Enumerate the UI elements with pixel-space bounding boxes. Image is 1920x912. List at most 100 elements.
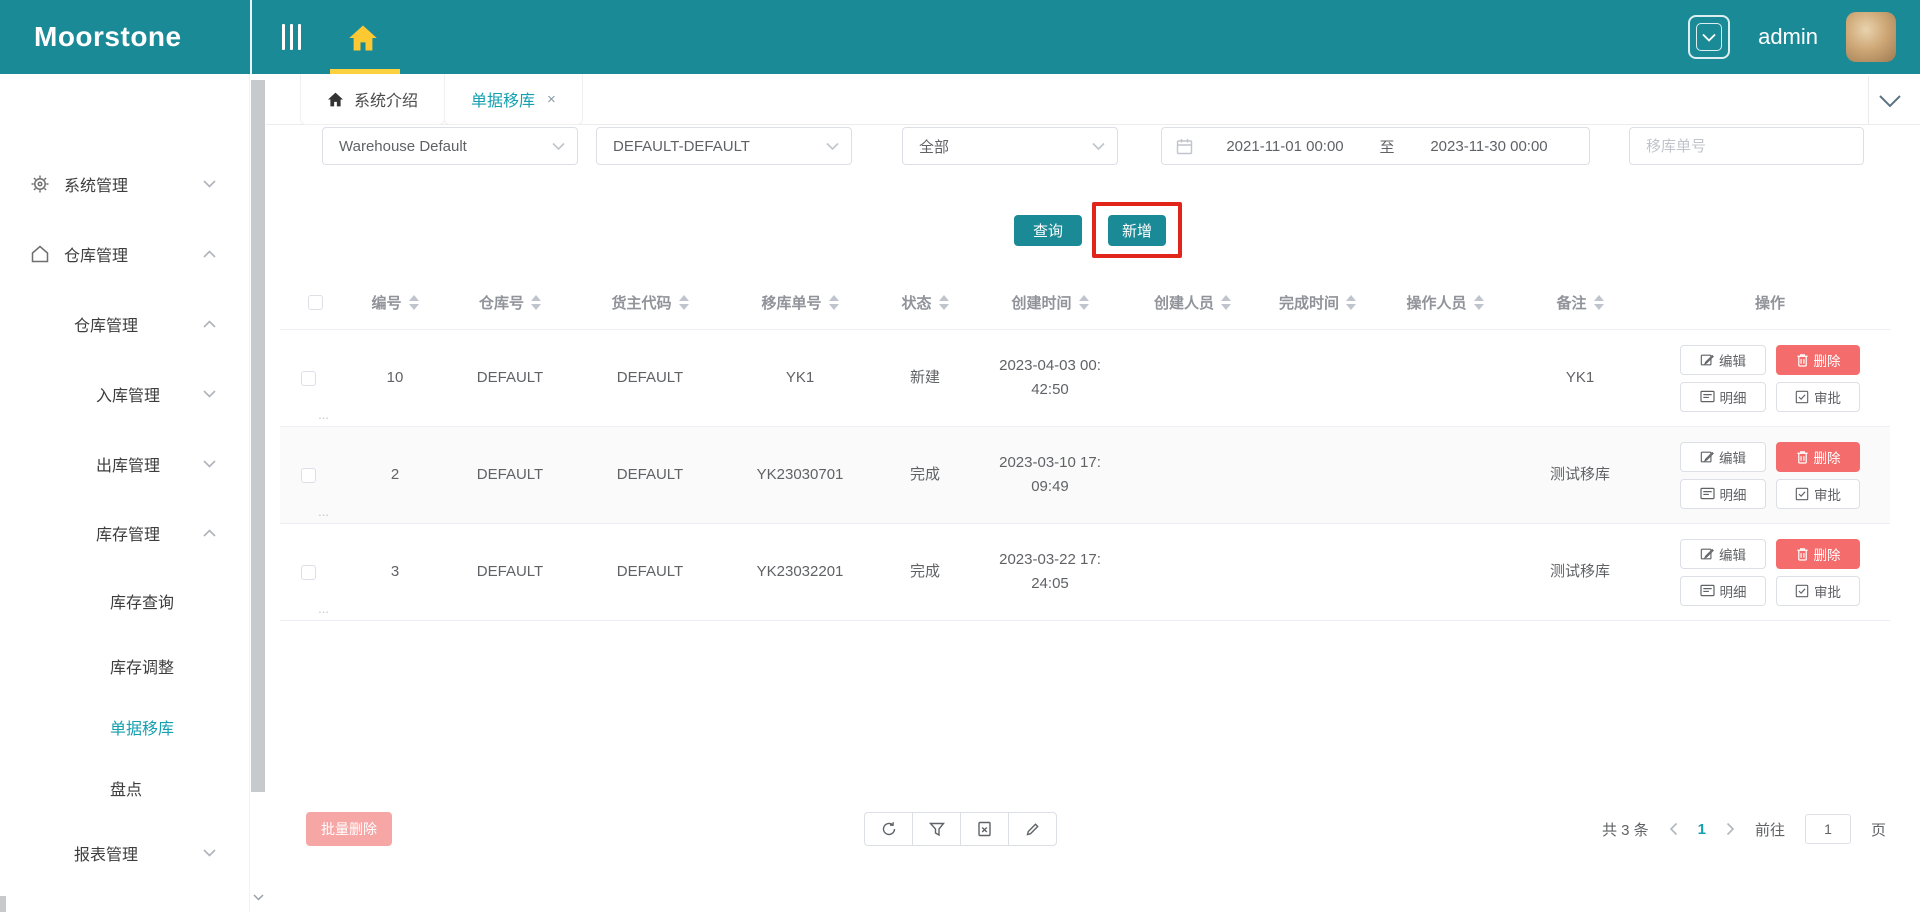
pagination: 共 3 条 1 前往 页 — [1602, 812, 1886, 846]
date-range-picker[interactable]: 2021-11-01 00:00 至 2023-11-30 00:00 — [1161, 127, 1590, 165]
chevron-down-icon — [1696, 23, 1723, 51]
next-page-button[interactable] — [1726, 822, 1735, 836]
edit-button[interactable]: 编辑 — [1680, 441, 1766, 472]
date-from-value[interactable]: 2021-11-01 00:00 — [1207, 138, 1363, 155]
order-no-input[interactable] — [1630, 137, 1863, 155]
avatar[interactable] — [1846, 12, 1896, 62]
goto-page-input[interactable] — [1804, 814, 1851, 844]
sort-icon[interactable] — [678, 295, 689, 310]
cell-created-time: 2023-04-03 00: 42:50 — [999, 357, 1101, 398]
cell-created-time: 2023-03-10 17: 09:49 — [999, 454, 1101, 495]
edit-button[interactable]: 编辑 — [1680, 344, 1766, 375]
delete-button[interactable]: 删除 — [1776, 441, 1860, 472]
batch-delete-button[interactable]: 批量删除 — [306, 812, 392, 846]
list-icon — [1699, 487, 1715, 500]
owner-select[interactable]: DEFAULT-DEFAULT — [596, 127, 852, 165]
sort-icon[interactable] — [408, 295, 419, 310]
column-header-order-no[interactable]: 移库单号 — [720, 276, 880, 329]
export-button[interactable] — [960, 812, 1009, 846]
sidebar-item-warehouse-mgmt-sub[interactable]: 仓库管理 — [0, 304, 250, 344]
checkbox-suffix: ... — [318, 407, 329, 423]
edit-icon — [1700, 354, 1714, 365]
export-file-icon — [978, 821, 991, 837]
current-page-number[interactable]: 1 — [1698, 821, 1706, 838]
tab-list-chevron-down-icon[interactable] — [1878, 94, 1902, 113]
column-header-creator[interactable]: 创建人员 — [1130, 276, 1255, 329]
column-edit-button[interactable] — [1008, 812, 1057, 846]
sort-icon[interactable] — [1593, 295, 1604, 310]
row-checkbox[interactable] — [301, 564, 317, 580]
sort-icon[interactable] — [1473, 295, 1484, 310]
column-header-id[interactable]: 编号 — [350, 276, 440, 329]
home-outline-icon — [30, 245, 50, 264]
column-header-finish-time[interactable]: 完成时间 — [1255, 276, 1380, 329]
approve-button[interactable]: 审批 — [1776, 575, 1860, 606]
sort-icon[interactable] — [1346, 295, 1356, 310]
date-to-value[interactable]: 2023-11-30 00:00 — [1411, 138, 1567, 155]
vertical-scrollbar[interactable] — [251, 80, 265, 792]
add-button[interactable]: 新增 — [1108, 215, 1166, 246]
delete-button[interactable]: 删除 — [1776, 538, 1860, 569]
cell-warehouse: DEFAULT — [476, 369, 544, 386]
cell-creator — [1130, 330, 1255, 426]
refresh-button[interactable] — [864, 812, 913, 846]
tab-doc-transfer[interactable]: 单据移库 × — [444, 74, 583, 125]
sidebar-item-import-mgmt[interactable]: 导入管理 — [0, 900, 250, 912]
close-icon[interactable]: × — [547, 91, 556, 108]
sort-icon[interactable] — [938, 295, 949, 310]
column-header-warehouse[interactable]: 仓库号 — [440, 276, 580, 329]
delete-button[interactable]: 删除 — [1776, 344, 1860, 375]
sort-icon[interactable] — [531, 295, 541, 310]
chevron-down-icon — [1092, 138, 1105, 155]
cell-status: 新建 — [909, 369, 940, 386]
column-header-owner[interactable]: 货主代码 — [580, 276, 720, 329]
sidebar-item-warehouse-mgmt[interactable]: 仓库管理 — [0, 234, 250, 274]
sidebar-item-inventory-mgmt[interactable]: 库存管理 — [0, 513, 250, 553]
table-header-row: 编号 仓库号 货主代码 移库单号 状态 创建时间 创建人员 完成时间 操作人员 … — [280, 276, 1890, 330]
sidebar-item-inventory-query[interactable]: 库存查询 — [0, 581, 250, 621]
cell-created-time: 2023-03-22 17: 24:05 — [999, 551, 1101, 592]
cell-remark: 测试移库 — [1549, 466, 1610, 483]
warehouse-select[interactable]: Warehouse Default — [322, 127, 578, 165]
list-icon — [1699, 584, 1715, 597]
home-icon[interactable] — [348, 24, 378, 52]
approve-button[interactable]: 审批 — [1776, 478, 1860, 509]
detail-button[interactable]: 明细 — [1680, 575, 1766, 606]
table-row: ... 2 DEFAULT DEFAULT YK23030701 完成 2023… — [280, 427, 1890, 524]
row-checkbox[interactable] — [301, 467, 317, 483]
column-header-operator[interactable]: 操作人员 — [1380, 276, 1510, 329]
sidebar-item-label: 库存查询 — [110, 595, 175, 612]
prev-page-button[interactable] — [1669, 822, 1678, 836]
checkbox-suffix: ... — [318, 504, 329, 520]
sort-icon[interactable] — [1221, 295, 1231, 310]
status-select[interactable]: 全部 — [902, 127, 1118, 165]
sidebar-item-inventory-adjust[interactable]: 库存调整 — [0, 646, 250, 686]
sort-icon[interactable] — [828, 295, 839, 310]
column-header-status[interactable]: 状态 — [880, 276, 970, 329]
detail-button[interactable]: 明细 — [1680, 381, 1766, 412]
cell-order-no: YK23030701 — [756, 466, 844, 483]
search-button[interactable]: 查询 — [1014, 215, 1082, 246]
approve-button[interactable]: 审批 — [1776, 381, 1860, 412]
select-all-checkbox[interactable] — [307, 295, 323, 310]
sidebar-item-report-mgmt[interactable]: 报表管理 — [0, 833, 250, 873]
sidebar-item-system-mgmt[interactable]: 系统管理 — [0, 164, 250, 204]
chevron-right-icon — [1726, 822, 1735, 836]
owner-select-value: DEFAULT-DEFAULT — [613, 137, 750, 155]
scrollbar-down-arrow-icon[interactable] — [252, 890, 265, 904]
sidebar-item-outbound-mgmt[interactable]: 出库管理 — [0, 444, 250, 484]
column-header-actions: 操作 — [1754, 295, 1785, 312]
sidebar-item-inbound-mgmt[interactable]: 入库管理 — [0, 374, 250, 414]
layout-toggle-button[interactable] — [1688, 15, 1731, 59]
filter-button[interactable] — [912, 812, 961, 846]
tab-system-intro[interactable]: 系统介绍 — [300, 74, 446, 125]
sidebar-item-doc-transfer[interactable]: 单据移库 — [0, 707, 250, 747]
row-checkbox[interactable] — [301, 370, 317, 386]
detail-button[interactable]: 明细 — [1680, 478, 1766, 509]
edit-button[interactable]: 编辑 — [1680, 538, 1766, 569]
sidebar-item-stocktake[interactable]: 盘点 — [0, 768, 250, 808]
column-header-remark[interactable]: 备注 — [1510, 276, 1650, 329]
collapse-menu-icon[interactable] — [282, 24, 308, 50]
column-header-created-time[interactable]: 创建时间 — [970, 276, 1130, 329]
sort-icon[interactable] — [1078, 295, 1089, 310]
